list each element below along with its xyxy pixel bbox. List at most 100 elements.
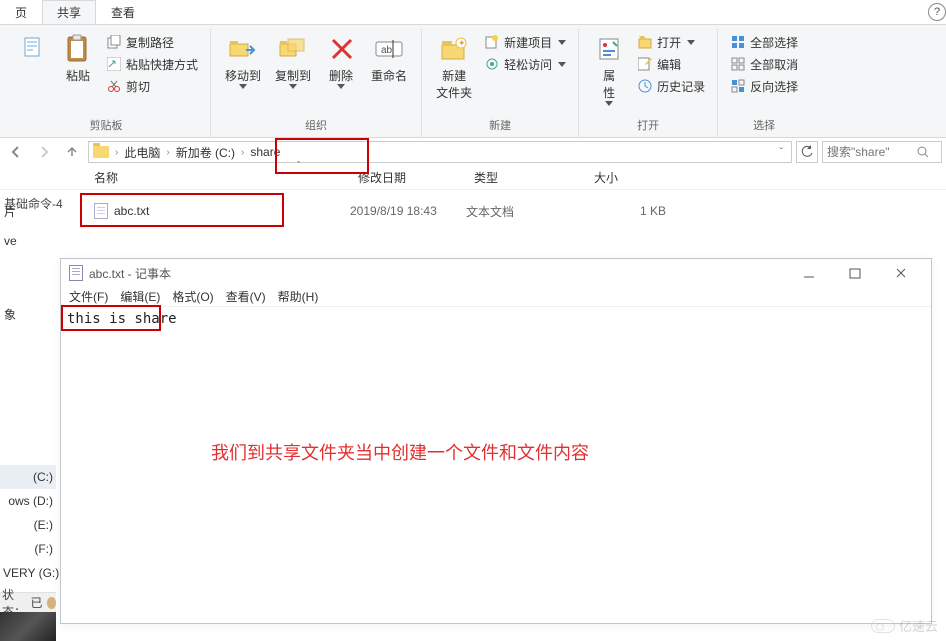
refresh-button[interactable] [796,141,818,163]
move-to-icon [227,33,259,65]
new-folder-icon: ✦ [438,33,470,65]
column-date[interactable]: 修改日期 [350,169,466,186]
group-select-label: 选择 [753,115,775,137]
file-size: 1 KB [586,204,686,218]
watermark: 亿速云 [871,616,938,635]
select-all-icon [730,34,746,50]
select-none-button[interactable]: 全部取消 [726,53,802,75]
menu-help[interactable]: 帮助(H) [278,288,319,305]
chevron-up-icon: ˆ [297,160,300,170]
new-item-button[interactable]: 新建项目 [480,31,570,53]
group-new-label: 新建 [489,115,511,137]
drive-c[interactable]: (C:) [0,465,56,489]
nav-item[interactable]: 象 [0,302,58,327]
nav-up-button[interactable] [60,140,84,164]
text-file-icon [94,203,108,219]
ribbon-group-organize: 移动到 复制到 删除 ab 重命名 组织 [211,29,422,137]
menu-edit[interactable]: 编辑(E) [120,288,160,305]
cut-button[interactable]: 剪切 [102,75,202,97]
dropdown-icon[interactable]: ˇ [780,147,783,158]
tab-bar: 页 共享 查看 ? [0,0,946,24]
rename-icon: ab [373,33,405,65]
chevron-right-icon: › [164,147,171,158]
properties-icon [593,33,625,65]
file-list: 片 ve 象 abc.txt 2019/8/19 18:43 文本文档 1 KB [0,199,946,223]
ribbon: 粘贴 复制路径 粘贴快捷方式 剪切 剪贴板 [0,24,946,138]
edit-icon [637,56,653,72]
menu-view[interactable]: 查看(V) [226,288,266,305]
copy-to-button[interactable]: 复制到 [269,31,317,91]
breadcrumb[interactable]: › 此电脑 › 新加卷 (C:) › share ˆ ˇ [88,141,792,163]
close-button[interactable] [887,263,915,283]
notepad-icon [69,265,83,281]
tab-home-truncated[interactable]: 页 [0,0,42,25]
menu-format[interactable]: 格式(O) [172,288,213,305]
watermark-logo-icon [871,619,895,633]
history-button[interactable]: 历史记录 [633,75,709,97]
ribbon-group-open: 属 性 打开 编辑 历史记录 打开 [579,29,718,137]
rename-button[interactable]: ab 重命名 [365,31,413,86]
search-box[interactable] [822,141,942,163]
drive-f[interactable]: (F:) [0,537,56,561]
nav-forward-button[interactable] [32,140,56,164]
pin-button[interactable] [10,31,54,69]
menu-file[interactable]: 文件(F) [69,288,108,305]
paste-label: 粘贴 [66,67,90,84]
drive-e[interactable]: (E:) [0,513,56,537]
open-icon [637,34,653,50]
column-name[interactable]: 名称 [86,169,350,186]
open-button[interactable]: 打开 [633,31,709,53]
file-row[interactable]: abc.txt 2019/8/19 18:43 文本文档 1 KB [86,199,946,223]
group-clipboard-label: 剪贴板 [90,115,123,137]
nav-back-button[interactable] [4,140,28,164]
delete-button[interactable]: 删除 [319,31,363,91]
drive-g[interactable]: VERY (G:) [0,561,56,585]
notepad-menu: 文件(F) 编辑(E) 格式(O) 查看(V) 帮助(H) [61,287,931,307]
user-avatar-icon [47,597,57,609]
chevron-right-icon: › [239,147,246,158]
invert-selection-icon [730,78,746,94]
dropdown-icon [605,101,613,106]
minimize-button[interactable] [795,263,823,283]
chevron-right-icon: › [113,147,120,158]
copy-path-button[interactable]: 复制路径 [102,31,202,53]
dropdown-icon [558,62,566,67]
crumb-volume[interactable]: 新加卷 (C:) [172,144,239,161]
paste-shortcut-button[interactable]: 粘贴快捷方式 [102,53,202,75]
easy-access-button[interactable]: 轻松访问 [480,53,570,75]
drive-d[interactable]: ows (D:) [0,489,56,513]
drives-list: (C:) ows (D:) (E:) (F:) VERY (G:) [0,465,56,585]
group-open-label: 打开 [637,115,659,137]
delete-icon [325,33,357,65]
help-icon[interactable]: ? [928,3,946,21]
dropdown-icon [289,84,297,89]
copy-to-icon [277,33,309,65]
column-size[interactable]: 大小 [586,169,686,186]
tab-view[interactable]: 查看 [96,0,150,25]
new-item-icon [484,34,500,50]
maximize-button[interactable] [841,263,869,283]
annotation-text: 我们到共享文件夹当中创建一个文件和文件内容 [211,439,589,465]
nav-item[interactable]: ve [0,230,58,252]
crumb-folder[interactable]: share [246,145,284,159]
nav-item[interactable]: 片 [0,199,58,224]
move-to-button[interactable]: 移动到 [219,31,267,91]
column-type[interactable]: 类型 [466,169,586,186]
paste-button[interactable]: 粘贴 [56,31,100,86]
dropdown-icon [687,40,695,45]
crumb-this-pc[interactable]: 此电脑 [120,144,164,161]
dropdown-icon [239,84,247,89]
file-type: 文本文档 [466,203,586,220]
notepad-body[interactable]: this is share 我们到共享文件夹当中创建一个文件和文件内容 [61,307,931,331]
search-input[interactable] [827,145,917,159]
select-all-button[interactable]: 全部选择 [726,31,802,53]
file-date: 2019/8/19 18:43 [350,204,466,218]
tab-share[interactable]: 共享 [42,0,96,24]
invert-selection-button[interactable]: 反向选择 [726,75,802,97]
notepad-titlebar[interactable]: abc.txt - 记事本 [61,259,931,287]
svg-text:✦: ✦ [458,38,466,48]
clipboard-icon [62,33,94,65]
properties-button[interactable]: 属 性 [587,31,631,108]
edit-button[interactable]: 编辑 [633,53,709,75]
new-folder-button[interactable]: ✦ 新建 文件夹 [430,31,478,103]
